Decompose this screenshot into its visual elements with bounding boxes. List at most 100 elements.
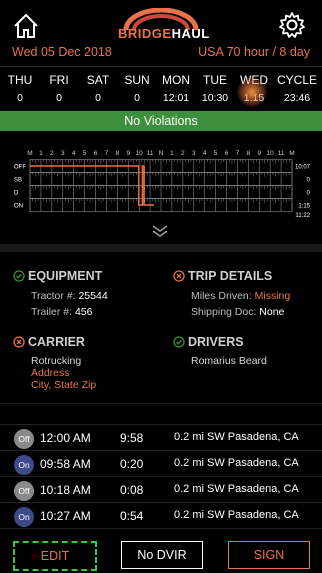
day-hours: 0: [17, 92, 23, 104]
current-date[interactable]: Wed 05 Dec 2018: [12, 45, 112, 59]
hour-label: 9: [257, 150, 261, 157]
check-icon: [173, 336, 185, 348]
day-name: MON: [162, 73, 190, 87]
log-location: 0.2 mi SW Pasadena, CA: [174, 431, 299, 443]
log-duration: 9:58: [120, 431, 144, 445]
brand-part2: HAUL: [171, 26, 210, 41]
sign-button[interactable]: SIGN: [228, 541, 310, 569]
day-tab-7[interactable]: CYCLE 23:46: [277, 73, 317, 104]
hour-label: 11: [147, 150, 154, 157]
row-total: 10:07: [295, 165, 311, 171]
drivers-title: DRIVERS: [188, 335, 244, 349]
log-time: 10:27 AM: [40, 509, 91, 523]
day-hours: 0: [95, 92, 101, 104]
carrier-address[interactable]: Address: [31, 367, 70, 379]
hour-label: 1: [39, 150, 43, 157]
day-hours: 12:01: [162, 92, 190, 104]
day-hours: 0: [56, 92, 62, 104]
log-location: 0.2 mi SW Pasadena, CA: [174, 509, 299, 521]
row-total: 0: [307, 178, 311, 184]
hour-label: N: [159, 150, 164, 157]
carrier-city[interactable]: City, State Zip: [31, 379, 96, 391]
log-time: 10:18 AM: [40, 483, 91, 497]
hour-label: 8: [116, 150, 120, 157]
shipping-info: Shipping Doc: None: [191, 306, 284, 318]
day-tab-4[interactable]: MON 12:01: [156, 73, 196, 104]
brand-part1: BRIDGE: [118, 26, 172, 41]
day-name: SAT: [86, 73, 110, 87]
carrier-title: CARRIER: [28, 335, 85, 349]
hour-label: 7: [236, 150, 240, 157]
hour-label: 1: [170, 150, 174, 157]
hos-log-chart: M 1 2 3 4 5 6 7 8 9 10 11 N 1 2 3 4 5 6 7 8 9 10 11 MOFF 10:07SB 0…: [14, 150, 311, 219]
tractor-info: Tractor #: 25544: [31, 290, 108, 302]
duty-status-badge: On: [14, 455, 34, 475]
error-icon: [173, 270, 185, 282]
edit-button[interactable]: EDIT: [13, 541, 97, 571]
hour-label: 7: [105, 150, 109, 157]
brand-logo: BRIDGEHAUL: [118, 8, 209, 42]
log-row[interactable]: On 09:58 AM 0:20 0.2 mi SW Pasadena, CA: [0, 450, 322, 478]
log-divider: [0, 403, 322, 424]
day-selector: THU0FRI0SAT0SUN0MON12:01TUE10:30WED1:15C…: [0, 66, 322, 111]
hour-label: M: [27, 150, 32, 157]
miles-info: Miles Driven: Missing: [191, 290, 290, 302]
log-row[interactable]: On 10:27 AM 0:54 0.2 mi SW Pasadena, CA: [0, 502, 322, 530]
hour-label: 3: [61, 150, 65, 157]
day-name: THU: [7, 73, 33, 87]
trip-details-title: TRIP DETAILS: [188, 269, 273, 283]
log-time: 09:58 AM: [40, 457, 91, 471]
log-duration: 0:08: [120, 483, 144, 497]
log-row[interactable]: Off 12:00 AM 9:58 0.2 mi SW Pasadena, CA: [0, 424, 322, 452]
carrier-name: Rotrucking: [31, 355, 82, 367]
miles-label: Miles Driven:: [191, 290, 252, 302]
day-name: TUE: [203, 73, 227, 87]
log-time: 12:00 AM: [40, 431, 91, 445]
miles-value[interactable]: Missing: [255, 290, 291, 302]
hour-label: 4: [203, 150, 207, 157]
footer-bar: EDIT No DVIR SIGN: [0, 528, 322, 573]
day-tab-0[interactable]: THU 0: [0, 73, 40, 104]
day-tab-1[interactable]: FRI 0: [39, 73, 79, 104]
hour-label: 10: [136, 150, 144, 157]
log-duration: 0:54: [120, 509, 144, 523]
date-row: Wed 05 Dec 2018 USA 70 hour / 8 day: [0, 43, 322, 61]
day-name: SUN: [124, 73, 150, 87]
day-hours: 0: [134, 92, 140, 104]
row-label: ON: [14, 204, 23, 210]
selected-day-indicator: [237, 77, 267, 107]
chevron-down-icon[interactable]: [150, 224, 170, 238]
no-dvir-button[interactable]: No DVIR: [121, 541, 203, 569]
day-hours: 23:46: [283, 92, 311, 104]
hour-label: 2: [50, 150, 54, 157]
shipping-value[interactable]: None: [259, 306, 284, 318]
equipment-title: EQUIPMENT: [28, 269, 103, 283]
day-tab-3[interactable]: SUN 0: [117, 73, 157, 104]
cycle-rule: USA 70 hour / 8 day: [198, 45, 310, 59]
trailer-info: Trailer #: 456: [31, 306, 93, 318]
chart-total: 11:22: [295, 213, 310, 219]
day-tab-5[interactable]: TUE 10:30: [195, 73, 235, 104]
log-location: 0.2 mi SW Pasadena, CA: [174, 457, 299, 469]
shipping-label: Shipping Doc:: [191, 306, 257, 318]
log-location: 0.2 mi SW Pasadena, CA: [174, 483, 299, 495]
home-icon[interactable]: [12, 12, 40, 40]
hour-label: 8: [247, 150, 251, 157]
log-row[interactable]: Off 10:18 AM 0:08 0.2 mi SW Pasadena, CA: [0, 476, 322, 504]
hour-label: 2: [181, 150, 185, 157]
hour-label: 6: [225, 150, 229, 157]
hour-label: 3: [192, 150, 196, 157]
error-icon: [13, 336, 25, 348]
row-total: 1:15: [298, 204, 310, 210]
top-bar: BRIDGEHAUL Wed 05 Dec 2018 USA 70 hour /…: [0, 0, 322, 66]
day-name: FRI: [49, 73, 69, 87]
hour-label: 11: [278, 150, 285, 157]
hour-label: 4: [72, 150, 76, 157]
log-duration: 0:20: [120, 457, 144, 471]
gear-icon[interactable]: [278, 11, 306, 39]
check-icon: [13, 270, 25, 282]
day-tab-2[interactable]: SAT 0: [78, 73, 118, 104]
row-label: D: [14, 191, 19, 197]
row-label: SB: [14, 178, 22, 184]
hour-label: M: [289, 150, 294, 157]
